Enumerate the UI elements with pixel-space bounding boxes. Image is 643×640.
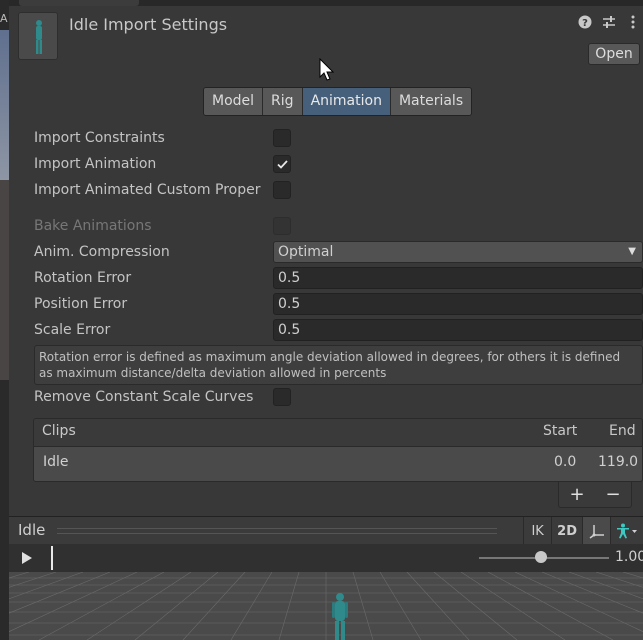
help-icon[interactable]: ? (577, 14, 593, 30)
speed-value: 1.00 (615, 549, 643, 565)
clip-start: 0.0 (554, 454, 577, 470)
tab-animation[interactable]: Animation (302, 88, 391, 115)
animation-preview-viewport[interactable] (9, 572, 643, 640)
compression-help-box: Rotation error is defined as maximum ang… (34, 345, 643, 385)
preview-title-divider (57, 528, 497, 534)
header-icons: ? (577, 14, 641, 30)
anim-compression-dropdown[interactable]: Optimal ▼ (273, 241, 643, 263)
help-text-line2: as maximum distance/delta deviation allo… (39, 366, 387, 380)
import-animation-row: Import Animation (34, 153, 643, 175)
play-button[interactable] (16, 548, 38, 568)
scene-view-edge: A (0, 0, 9, 640)
2d-toggle-button[interactable]: 2D (551, 517, 582, 545)
clips-list: Clips Start End Idle 0.0 119.0 (33, 418, 643, 482)
anim-compression-label: Anim. Compression (34, 244, 170, 260)
preview-grid-floor (9, 572, 643, 640)
mouse-cursor-icon (319, 57, 335, 86)
import-animation-checkbox[interactable] (273, 155, 291, 173)
preview-buttons: IK 2D (523, 517, 643, 545)
remove-constant-scale-row: Remove Constant Scale Curves (34, 386, 643, 408)
import-custom-props-row: Import Animated Custom Proper (34, 179, 643, 201)
remove-clip-button[interactable]: − (605, 484, 620, 505)
preview-clip-name: Idle (18, 521, 46, 539)
tab-materials[interactable]: Materials (390, 88, 472, 115)
more-vert-icon[interactable] (625, 14, 641, 30)
import-animation-label: Import Animation (34, 156, 157, 172)
pivot-icon (589, 525, 604, 539)
remove-constant-scale-checkbox[interactable] (273, 388, 291, 406)
clips-header: Clips Start End (34, 419, 642, 447)
import-custom-props-checkbox[interactable] (273, 181, 291, 199)
preview-toolbar: Idle IK 2D (9, 516, 643, 545)
help-text-line1: Rotation error is defined as maximum ang… (39, 350, 621, 364)
import-constraints-label: Import Constraints (34, 130, 165, 146)
speed-slider-thumb[interactable] (535, 551, 547, 563)
scene-sky (0, 30, 9, 180)
scene-edge-letter: A (0, 12, 8, 25)
clip-end: 119.0 (598, 454, 639, 470)
scene-ground (0, 180, 9, 380)
remove-constant-scale-label: Remove Constant Scale Curves (34, 389, 254, 405)
scale-error-label: Scale Error (34, 322, 111, 338)
import-constraints-checkbox[interactable] (273, 129, 291, 147)
rotation-error-label: Rotation Error (34, 270, 132, 286)
tab-model[interactable]: Model (204, 88, 264, 115)
timeline-playhead[interactable] (51, 546, 53, 570)
import-settings-panel: Idle Import Settings ? Open Model Rig An… (9, 6, 643, 515)
clips-footer: + − (558, 482, 632, 508)
clip-row[interactable]: Idle 0.0 119.0 (34, 447, 642, 481)
avatar-figure-icon (617, 523, 637, 539)
asset-preview-icon (18, 12, 58, 60)
rotation-error-field[interactable]: 0.5 (273, 267, 643, 289)
bake-animations-checkbox (273, 217, 291, 235)
open-button[interactable]: Open (588, 43, 640, 65)
checkmark-icon (276, 159, 288, 169)
position-error-field[interactable]: 0.5 (273, 293, 643, 315)
tab-rig[interactable]: Rig (263, 88, 303, 115)
settings-sliders-icon[interactable] (601, 14, 617, 30)
pivot-toggle-button[interactable] (582, 517, 610, 545)
clip-name: Idle (43, 454, 69, 470)
import-tabs: Model Rig Animation Materials (203, 87, 473, 116)
play-icon (22, 552, 32, 564)
scale-error-field[interactable]: 0.5 (273, 319, 643, 341)
avatar-menu-button[interactable] (610, 517, 643, 545)
clips-header-start: Start (543, 423, 578, 439)
preview-character (329, 592, 351, 640)
import-custom-props-label: Import Animated Custom Proper (34, 182, 261, 198)
anim-compression-value: Optimal (278, 244, 334, 260)
ik-toggle-button[interactable]: IK (523, 517, 551, 545)
asset-title: Idle Import Settings (69, 15, 228, 34)
clips-header-title: Clips (42, 423, 76, 439)
bake-animations-row: Bake Animations (34, 215, 643, 237)
clips-header-end: End (609, 423, 636, 439)
preview-timeline: 1.00 (9, 544, 643, 572)
add-clip-button[interactable]: + (569, 484, 584, 505)
svg-text:?: ? (582, 18, 588, 29)
position-error-label: Position Error (34, 296, 128, 312)
bake-animations-label: Bake Animations (34, 218, 152, 234)
dropdown-arrow-icon: ▼ (628, 246, 636, 257)
import-constraints-row: Import Constraints (34, 127, 643, 149)
